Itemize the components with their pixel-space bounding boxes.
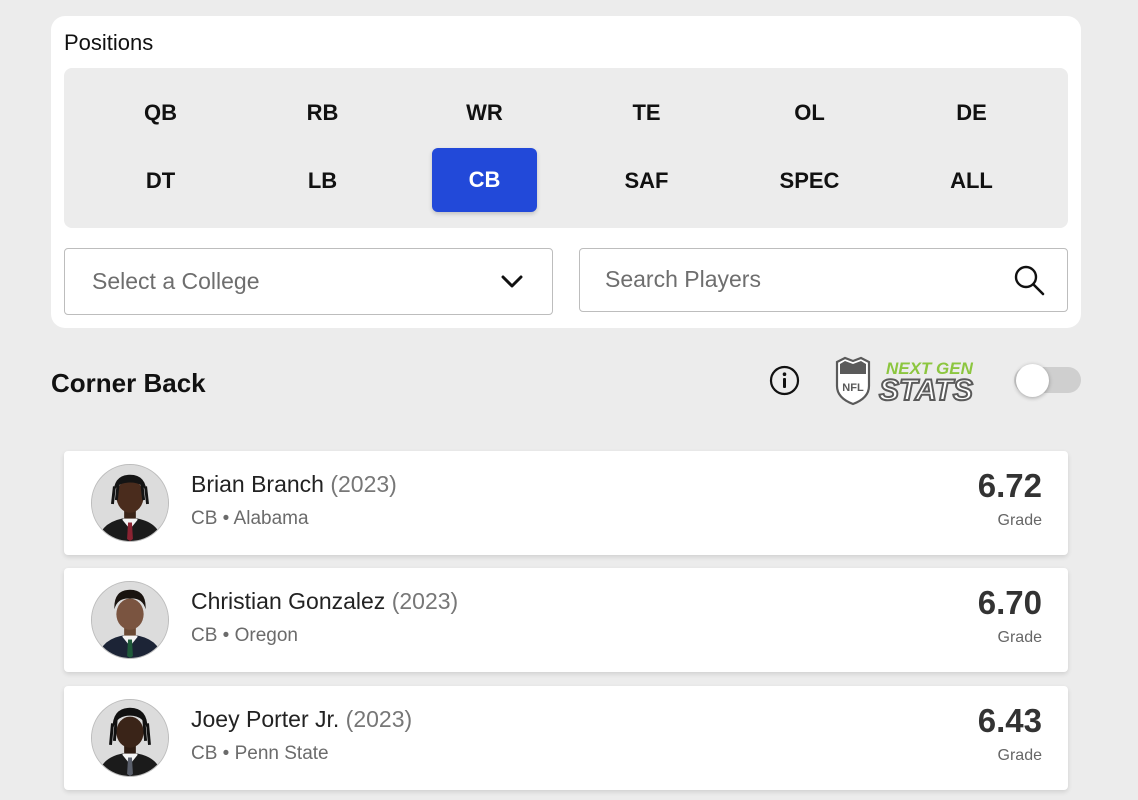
position-wr[interactable]: WR (432, 81, 537, 145)
player-card[interactable]: Christian Gonzalez (2023) CB • Oregon 6.… (64, 568, 1068, 672)
player-name-text: Joey Porter Jr. (191, 706, 340, 732)
positions-grid: QB RB WR TE OL DE DT LB CB SAF SPEC ALL (64, 68, 1068, 228)
search-input[interactable] (580, 249, 1000, 310)
position-cb[interactable]: CB (432, 148, 537, 212)
player-name-text: Christian Gonzalez (191, 588, 386, 614)
position-qb[interactable]: QB (108, 81, 213, 145)
next-gen-stats-toggle[interactable] (1014, 364, 1081, 397)
player-name: Christian Gonzalez (2023) (191, 588, 458, 615)
player-name: Joey Porter Jr. (2023) (191, 706, 412, 733)
position-lb[interactable]: LB (270, 149, 375, 213)
grade-label: Grade (997, 512, 1042, 529)
section-title: Corner Back (51, 368, 206, 398)
player-grade: 6.72 (977, 467, 1042, 504)
player-name: Brian Branch (2023) (191, 471, 397, 498)
nfl-shield-text: NFL (842, 382, 864, 394)
player-avatar (91, 581, 169, 659)
position-dt[interactable]: DT (108, 149, 213, 213)
logo-line2: STATS (879, 374, 973, 406)
grade-label: Grade (997, 747, 1042, 764)
player-avatar (91, 464, 169, 542)
next-gen-stats-logo: NFL NEXT GEN STATS (835, 356, 974, 406)
chevron-down-icon (501, 275, 523, 288)
position-ol[interactable]: OL (757, 81, 862, 145)
search-icon[interactable] (1013, 264, 1045, 296)
player-year: (2023) (391, 588, 459, 614)
college-select[interactable]: Select a College (64, 248, 553, 315)
player-position-college: CB • Penn State (191, 743, 329, 764)
position-saf[interactable]: SAF (594, 149, 699, 213)
grade-label: Grade (997, 629, 1042, 646)
position-all[interactable]: ALL (919, 149, 1024, 213)
player-year: (2023) (345, 706, 413, 732)
positions-title: Positions (64, 30, 154, 55)
player-card[interactable]: Brian Branch (2023) CB • Alabama 6.72 Gr… (64, 451, 1068, 555)
info-icon[interactable] (769, 365, 800, 396)
player-position-college: CB • Alabama (191, 508, 309, 529)
player-grade: 6.70 (977, 584, 1042, 621)
search-field (579, 248, 1068, 312)
player-card[interactable]: Joey Porter Jr. (2023) CB • Penn State 6… (64, 686, 1068, 790)
player-year: (2023) (330, 471, 397, 497)
player-position-college: CB • Oregon (191, 625, 298, 646)
player-avatar (91, 699, 169, 777)
player-name-text: Brian Branch (191, 471, 324, 497)
position-rb[interactable]: RB (270, 81, 375, 145)
college-select-value: Select a College (92, 268, 260, 294)
player-grade: 6.43 (977, 702, 1042, 739)
filter-panel: Positions QB RB WR TE OL DE DT LB CB SAF… (51, 16, 1081, 328)
toggle-knob (1016, 364, 1049, 397)
position-spec[interactable]: SPEC (757, 149, 862, 213)
position-de[interactable]: DE (919, 81, 1024, 145)
position-te[interactable]: TE (594, 81, 699, 145)
